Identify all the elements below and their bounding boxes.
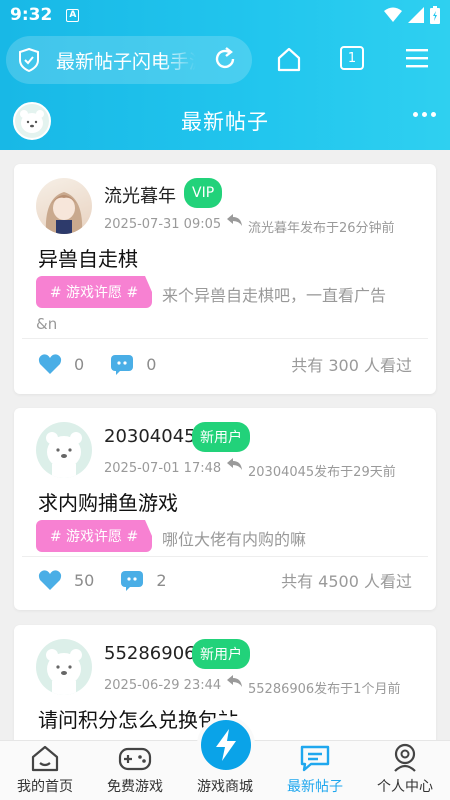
topic-tag[interactable]: # 游戏许愿 # xyxy=(36,520,152,552)
topic-tag[interactable]: # 游戏许愿 # xyxy=(36,276,152,308)
reply-icon xyxy=(227,458,242,470)
comment-count: 0 xyxy=(146,354,157,374)
view-count: 共有 300 人看过 xyxy=(291,356,412,375)
notification-icon: A xyxy=(66,8,80,22)
nav-latest-posts[interactable]: 最新帖子 xyxy=(270,741,360,800)
post-meta: 55286906发布于1个月前 xyxy=(248,682,401,697)
nav-label: 个人中心 xyxy=(377,779,433,795)
post-date: 2025-07-01 17:48 xyxy=(104,461,222,476)
bear-avatar-icon xyxy=(20,110,44,133)
nav-profile[interactable]: 个人中心 xyxy=(360,741,450,800)
divider xyxy=(22,556,428,557)
comment-icon[interactable] xyxy=(110,353,134,375)
page-title: 最新帖子 xyxy=(181,110,269,134)
home-icon xyxy=(31,745,59,772)
tabs-button[interactable]: 1 xyxy=(340,46,364,70)
divider xyxy=(22,338,428,339)
nav-label: 免费游戏 xyxy=(107,779,163,795)
game-store-fab[interactable] xyxy=(197,716,255,774)
status-time: 9:32 xyxy=(10,5,53,25)
heart-icon[interactable] xyxy=(38,353,62,375)
nav-label: 最新帖子 xyxy=(287,779,343,795)
wifi-icon xyxy=(384,7,402,22)
post-stats: 50 2 共有 4500 人看过 xyxy=(38,565,412,595)
post-date: 2025-06-29 23:44 xyxy=(104,678,222,693)
user-avatar[interactable] xyxy=(36,422,92,478)
post-title[interactable]: 异兽自走棋 xyxy=(38,243,138,272)
post-title[interactable]: 求内购捕鱼游戏 xyxy=(38,487,178,516)
gamepad-icon xyxy=(118,747,152,771)
lightning-icon xyxy=(216,729,236,761)
vip-badge: VIP xyxy=(184,178,223,208)
post-date: 2025-07-31 09:05 xyxy=(104,217,222,232)
username[interactable]: 20304045 xyxy=(104,426,196,447)
user-icon xyxy=(394,743,416,772)
post-feed[interactable]: 流光暮年 VIP 2025-07-31 09:05 流光暮年发布于26分钟前 异… xyxy=(0,150,450,740)
like-count: 0 xyxy=(74,354,85,374)
bear-avatar-icon xyxy=(46,432,82,478)
reload-icon[interactable] xyxy=(212,46,238,72)
new-user-badge: 新用户 xyxy=(192,422,250,452)
post-card[interactable]: 流光暮年 VIP 2025-07-31 09:05 流光暮年发布于26分钟前 异… xyxy=(14,164,436,394)
heart-icon[interactable] xyxy=(38,569,62,591)
post-excerpt-continued: &n xyxy=(36,315,58,333)
like-count: 50 xyxy=(74,570,95,590)
username[interactable]: 流光暮年 xyxy=(104,182,176,208)
post-stats: 0 0 共有 300 人看过 xyxy=(38,349,412,379)
battery-icon xyxy=(430,6,440,24)
tab-count: 1 xyxy=(347,50,357,66)
reply-icon xyxy=(227,214,242,226)
bear-avatar-icon xyxy=(46,649,82,695)
signal-icon xyxy=(408,7,424,23)
header-avatar[interactable] xyxy=(13,102,51,140)
username[interactable]: 55286906 xyxy=(104,643,196,664)
shield-check-icon xyxy=(19,48,39,72)
nav-label: 我的首页 xyxy=(17,779,73,795)
anime-avatar-icon xyxy=(45,192,83,234)
reply-icon xyxy=(227,675,242,687)
home-browser-icon[interactable] xyxy=(276,46,302,72)
user-avatar[interactable] xyxy=(36,178,92,234)
post-meta: 20304045发布于29天前 xyxy=(248,465,396,480)
browser-toolbar: 最新帖子闪电手游 1 xyxy=(0,32,450,88)
post-excerpt: 来个异兽自走棋吧，一直看广告 xyxy=(162,286,387,305)
status-icons xyxy=(384,6,440,24)
page-header: 最新帖子 xyxy=(0,92,450,150)
new-user-badge: 新用户 xyxy=(192,639,250,669)
nav-label: 游戏商城 xyxy=(197,779,253,795)
more-options-icon[interactable] xyxy=(413,112,436,117)
post-excerpt: 哪位大佬有内购的嘛 xyxy=(162,530,307,549)
url-text[interactable]: 最新帖子闪电手游 xyxy=(56,47,196,74)
view-count: 共有 4500 人看过 xyxy=(281,572,412,591)
nav-free-games[interactable]: 免费游戏 xyxy=(90,741,180,800)
user-avatar[interactable] xyxy=(36,639,92,695)
post-meta: 流光暮年发布于26分钟前 xyxy=(248,221,395,236)
nav-home[interactable]: 我的首页 xyxy=(0,741,90,800)
menu-icon[interactable] xyxy=(406,46,428,70)
comment-icon[interactable] xyxy=(120,569,144,591)
post-card[interactable]: 20304045 新用户 2025-07-01 17:48 20304045发布… xyxy=(14,408,436,610)
chat-icon xyxy=(300,745,330,772)
comment-count: 2 xyxy=(156,570,167,590)
status-bar: 9:32 A xyxy=(0,0,450,30)
